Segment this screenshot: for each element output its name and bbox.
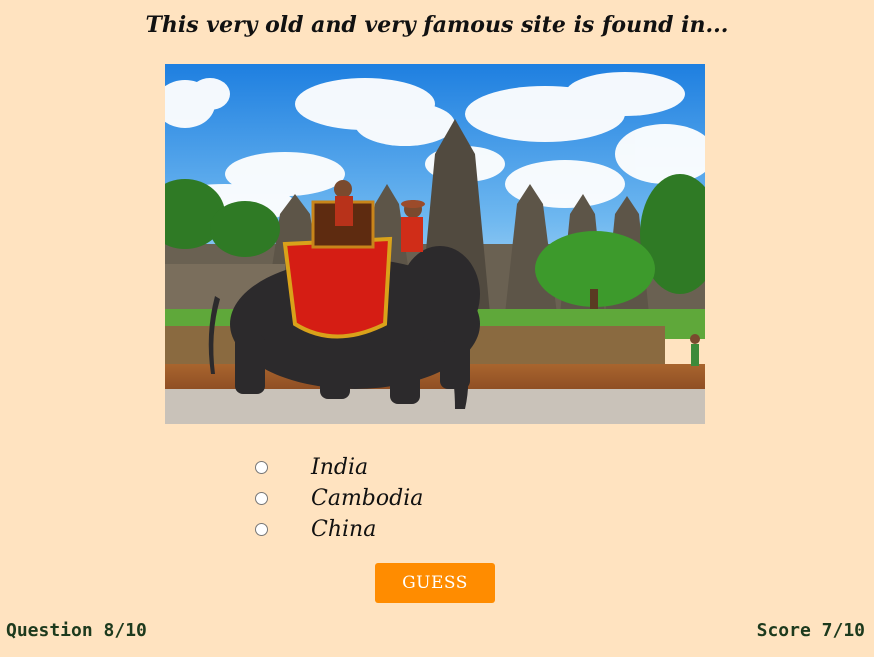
score-display: Score 7/10 (756, 620, 865, 641)
option-india-radio[interactable] (255, 461, 268, 474)
option-cambodia-radio[interactable] (255, 492, 268, 505)
option-china[interactable]: China (254, 514, 423, 545)
question-progress: Question 8/10 (6, 620, 147, 641)
answer-options: India Cambodia China (254, 452, 423, 545)
question-text: This very old and very famous site is fo… (145, 12, 729, 38)
guess-button[interactable]: GUESS (375, 563, 495, 603)
quiz-photo (165, 64, 705, 424)
option-india[interactable]: India (254, 452, 423, 483)
option-china-radio[interactable] (255, 523, 268, 536)
option-china-label[interactable]: China (311, 517, 376, 542)
option-cambodia-label[interactable]: Cambodia (311, 486, 423, 511)
option-india-label[interactable]: India (311, 455, 368, 480)
option-cambodia[interactable]: Cambodia (254, 483, 423, 514)
